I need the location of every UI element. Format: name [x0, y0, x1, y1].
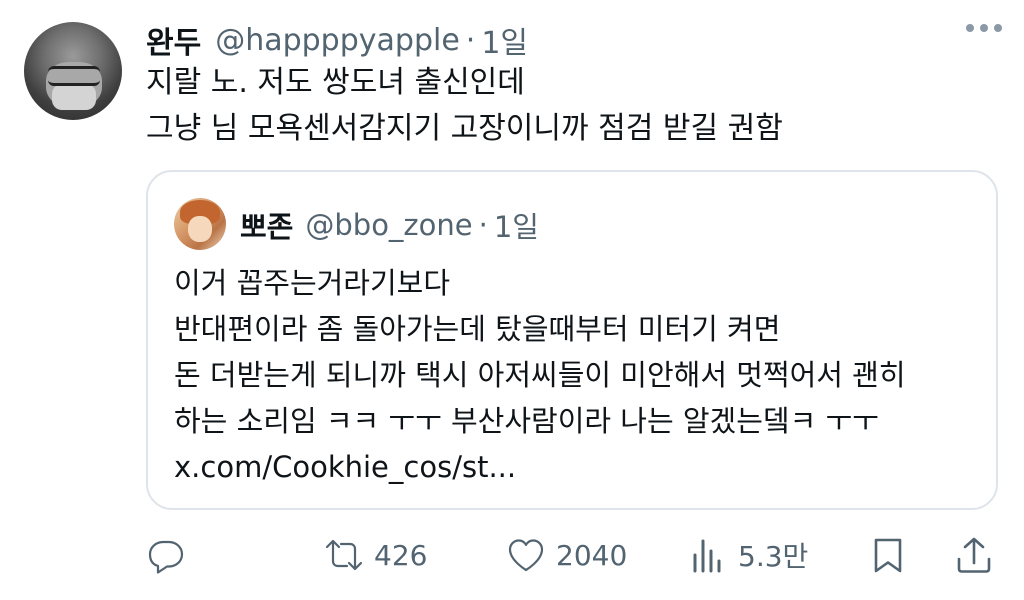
quoted-text-line: 하는 소리임 ㅋㅋ ㅜㅜ 부산사람이라 나는 알겠는뎈ㅋ ㅜㅜ	[174, 404, 879, 438]
quoted-author-avatar[interactable]	[174, 198, 226, 250]
heart-icon	[508, 539, 544, 572]
tweet-text-line: 지랄 노. 저도 쌍도녀 출신인데	[146, 65, 525, 100]
author-display-name[interactable]: 완두	[146, 18, 201, 62]
retweet-icon	[325, 539, 363, 571]
tweet-header: 완두 @happppyapple · 1일	[146, 18, 528, 62]
bookmark-icon	[874, 538, 902, 573]
author-handle[interactable]: @happppyapple	[215, 23, 460, 58]
author-avatar[interactable]	[24, 22, 122, 120]
reply-button[interactable]	[146, 530, 186, 580]
header-separator: ·	[465, 22, 476, 58]
share-icon	[957, 537, 991, 573]
bookmark-button[interactable]	[868, 530, 908, 580]
views-icon	[693, 539, 721, 573]
quoted-tweet-header: 뽀존 @bbo_zone · 1일	[240, 204, 539, 246]
views-count: 5.3만	[738, 540, 809, 573]
tweet-text-line: 그냥 님 모욕센서감지기 고장이니까 점검 받길 권함	[146, 111, 783, 146]
quoted-author-handle: @bbo_zone	[305, 208, 473, 242]
more-options-icon[interactable]	[966, 24, 1002, 32]
more-dot	[980, 24, 988, 32]
quoted-tweet[interactable]: 뽀존 @bbo_zone · 1일 이거 꼽주는거라기보다 반대편이라 좀 돌아…	[146, 170, 998, 510]
quoted-text-link: x.com/Cookhie_cos/st...	[174, 450, 517, 484]
quoted-tweet-text: 이거 꼽주는거라기보다 반대편이라 좀 돌아가는데 탔을때부터 미터기 켜면 돈…	[174, 260, 984, 490]
avatar-glasses	[48, 66, 100, 86]
tweet-timestamp[interactable]: 1일	[481, 18, 528, 62]
quoted-text-line: 돈 더받는게 되니까 택시 아저씨들이 미안해서 멋쩍어서 괜히	[174, 358, 906, 392]
views-button[interactable]: 5.3만	[688, 530, 808, 580]
share-button[interactable]	[954, 530, 994, 580]
avatar-mask	[52, 84, 96, 110]
retweet-count: 426	[374, 538, 428, 572]
reply-icon	[148, 540, 184, 574]
tweet-action-bar: 426 2040 5.3만	[146, 530, 1006, 580]
quoted-author-display-name: 뽀존	[240, 210, 294, 244]
quoted-text-line: 반대편이라 좀 돌아가는데 탔을때부터 미터기 켜면	[174, 312, 781, 346]
more-dot	[994, 24, 1002, 32]
quoted-header-separator: ·	[478, 208, 488, 242]
more-dot	[966, 24, 974, 32]
quoted-avatar-face	[188, 216, 212, 242]
tweet-text: 지랄 노. 저도 쌍도녀 출신인데 그냥 님 모욕센서감지기 고장이니까 점검 …	[146, 60, 986, 152]
like-count: 2040	[556, 538, 628, 572]
like-button[interactable]: 2040	[506, 530, 627, 580]
quoted-tweet-timestamp: 1일	[493, 210, 539, 244]
retweet-button[interactable]: 426	[324, 530, 427, 580]
quoted-text-line: 이거 꼽주는거라기보다	[174, 266, 451, 300]
